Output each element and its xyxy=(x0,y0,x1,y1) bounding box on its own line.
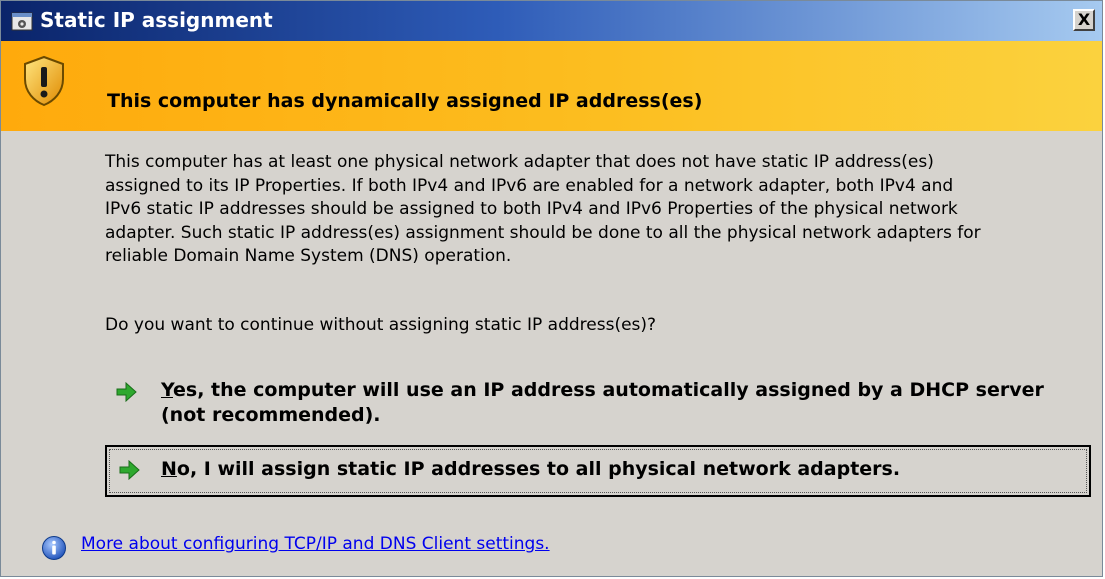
yes-command-link[interactable]: Yes, the computer will use an IP address… xyxy=(105,373,1091,437)
info-icon xyxy=(42,536,66,560)
title-bar[interactable]: Static IP assignment X xyxy=(1,1,1102,41)
green-arrow-icon xyxy=(116,382,137,402)
window-title: Static IP assignment xyxy=(40,8,273,32)
description-line: adapter. Such static IP address(es) assi… xyxy=(105,222,981,243)
no-command-link[interactable]: No, I will assign static IP addresses to… xyxy=(105,445,1091,497)
yes-accelerator: Y xyxy=(161,379,174,401)
description-line: This computer has at least one physical … xyxy=(105,152,934,172)
banner-heading: This computer has dynamically assigned I… xyxy=(107,90,703,112)
close-icon: X xyxy=(1077,10,1091,29)
yes-option-text: es, the computer will use an IP address … xyxy=(161,379,1044,426)
static-ip-dialog: Static IP assignment X This computer has… xyxy=(0,0,1103,577)
warning-banner: This computer has dynamically assigned I… xyxy=(1,41,1102,131)
yes-option-label: Yes, the computer will use an IP address… xyxy=(161,378,1081,428)
question-text: Do you want to continue without assignin… xyxy=(105,315,657,335)
description-line: assigned to its IP Properties. If both I… xyxy=(105,175,954,196)
server-manager-icon xyxy=(11,12,33,31)
green-arrow-icon xyxy=(119,460,140,480)
shield-warning-icon xyxy=(24,55,64,107)
description-line: reliable Domain Name System (DNS) operat… xyxy=(105,246,512,266)
no-accelerator: N xyxy=(161,458,177,480)
no-option-text: o, I will assign static IP addresses to … xyxy=(176,458,901,480)
more-info-link[interactable]: More about configuring TCP/IP and DNS Cl… xyxy=(81,534,550,554)
description-line: IPv6 static IP addresses should be assig… xyxy=(105,199,958,219)
close-button[interactable]: X xyxy=(1073,9,1095,31)
no-option-label: No, I will assign static IP addresses to… xyxy=(161,457,900,482)
description-paragraph: This computer has at least one physical … xyxy=(105,151,1095,269)
